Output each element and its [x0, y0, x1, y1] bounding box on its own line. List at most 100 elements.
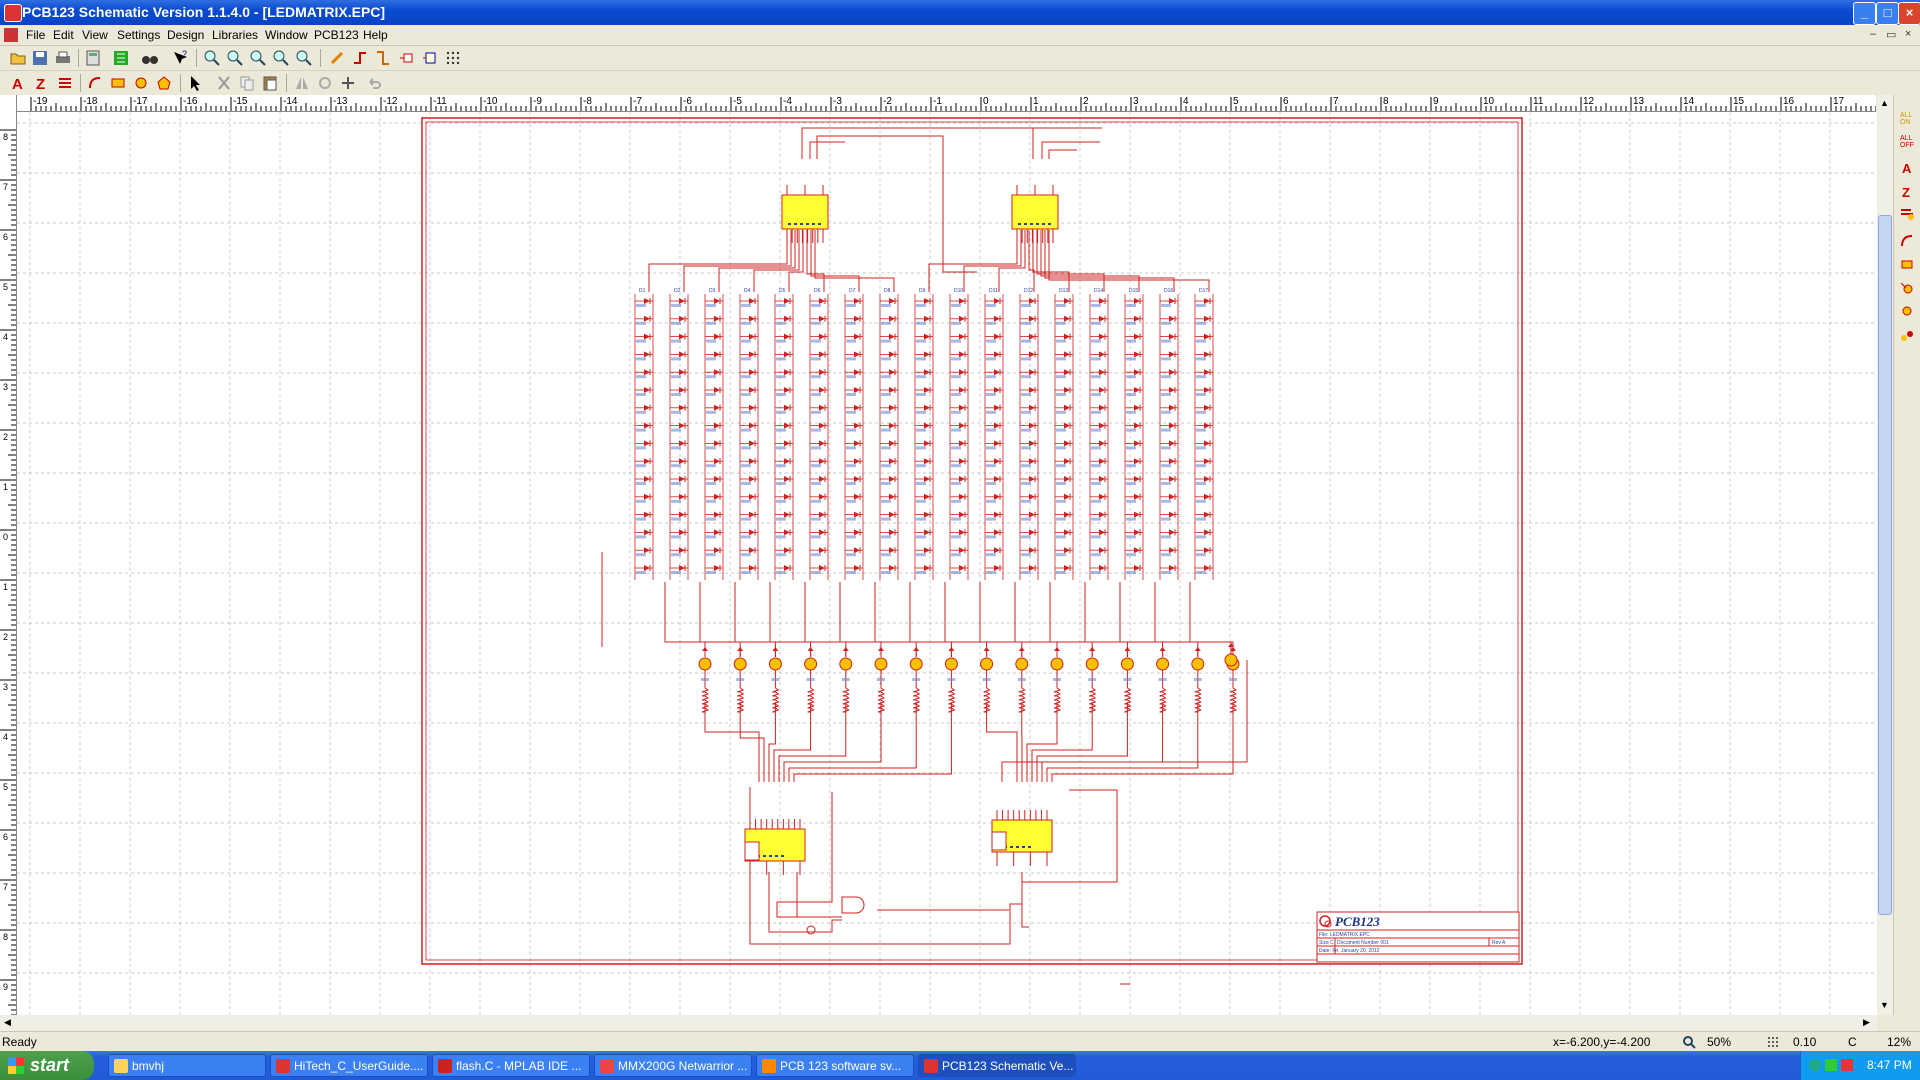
- led-label: [1021, 499, 1031, 503]
- transistor-label: [1053, 678, 1061, 681]
- tray-arrow-icon[interactable]: [1809, 1059, 1821, 1071]
- menu-settings[interactable]: Settings: [117, 28, 160, 42]
- menu-view[interactable]: View: [82, 28, 108, 42]
- help-arrow-icon[interactable]: ?: [171, 49, 189, 67]
- taskbar-item[interactable]: MMX200G Netwarrior ...: [594, 1054, 752, 1077]
- led-label: [1161, 446, 1171, 450]
- schematic-drawing[interactable]: D1 D2 D3 D4 D5 D6 D7 D8 D9 D10 D11 D12 D13 D14 D15 D16 D…: [17, 112, 1877, 1015]
- place-wire-icon[interactable]: [351, 49, 369, 67]
- supply-arrow: [702, 647, 708, 651]
- text-tool-icon[interactable]: A: [9, 74, 27, 92]
- schematic-canvas[interactable]: D1 D2 D3 D4 D5 D6 D7 D8 D9 D10 D11 D12 D13 D14 D15 D16 D…: [17, 112, 1877, 1015]
- zoom-previous-icon[interactable]: [295, 49, 313, 67]
- minimize-button[interactable]: _: [1853, 2, 1876, 25]
- place-part-icon[interactable]: [328, 49, 346, 67]
- reference-tool-icon[interactable]: Z: [33, 74, 51, 92]
- arc-layer-icon[interactable]: [1899, 233, 1915, 249]
- align-icon[interactable]: [339, 74, 357, 92]
- circle-tool-icon[interactable]: [132, 74, 150, 92]
- menu-edit[interactable]: Edit: [53, 28, 74, 42]
- maximize-button[interactable]: □: [1876, 2, 1899, 25]
- ruler-label: 9: [3, 982, 8, 992]
- zoom-in-icon[interactable]: [203, 49, 221, 67]
- menu-file[interactable]: File: [26, 28, 45, 42]
- vertical-scrollbar[interactable]: ▲ ▼: [1877, 95, 1893, 1015]
- grid-toggle-icon[interactable]: [444, 49, 462, 67]
- open-folder-icon[interactable]: [9, 49, 27, 67]
- mdi-minimize-button[interactable]: –: [1870, 28, 1876, 40]
- led-label: [671, 499, 681, 503]
- place-port-icon[interactable]: [398, 49, 416, 67]
- start-button[interactable]: start: [0, 1051, 94, 1080]
- rectangle-tool-icon[interactable]: [109, 74, 127, 92]
- menu-pcb123[interactable]: PCB123: [314, 28, 359, 42]
- netlist-icon[interactable]: [112, 49, 130, 67]
- led-diode: [714, 511, 720, 518]
- ruler-label: 2: [1083, 96, 1089, 107]
- led-label: [1021, 339, 1031, 343]
- calculator-icon[interactable]: [84, 49, 102, 67]
- junction-layer-icon[interactable]: [1899, 303, 1915, 319]
- zoom-fit-icon[interactable]: [272, 49, 290, 67]
- scroll-up-arrow[interactable]: ▲: [1880, 98, 1889, 108]
- taskbar-item-active[interactable]: PCB123 Schematic Ve...: [918, 1054, 1076, 1077]
- tray-security-icon[interactable]: [1841, 1059, 1853, 1071]
- led-matrix[interactable]: D1 D2 D3 D4 D5 D6 D7 D8 D9 D10 D11 D12 D13 D14 D15 D16 D…: [634, 288, 1214, 580]
- place-connector-icon[interactable]: [421, 49, 439, 67]
- pin-layer-icon[interactable]: [1899, 280, 1915, 296]
- undo-icon[interactable]: [365, 74, 383, 92]
- taskbar-item[interactable]: bmvhj: [108, 1054, 266, 1077]
- taskbar-item[interactable]: HiTech_C_UserGuide....: [270, 1054, 428, 1077]
- menu-window[interactable]: Window: [265, 28, 308, 42]
- led-label: [776, 428, 786, 432]
- rotate-icon[interactable]: [316, 74, 334, 92]
- select-arrow-icon[interactable]: [187, 74, 205, 92]
- mdi-close-button[interactable]: ×: [1905, 28, 1911, 40]
- scroll-left-arrow[interactable]: ◀: [4, 1017, 11, 1028]
- place-bus-icon[interactable]: [374, 49, 392, 67]
- cut-icon[interactable]: [215, 74, 233, 92]
- menu-libraries[interactable]: Libraries: [212, 28, 258, 42]
- led-diode: [644, 440, 650, 447]
- copy-icon[interactable]: [238, 74, 256, 92]
- taskbar-item[interactable]: flash.C - MPLAB IDE ...: [432, 1054, 590, 1077]
- wire-top-bus: [801, 127, 1034, 159]
- save-icon[interactable]: [31, 49, 49, 67]
- vertical-scroll-thumb[interactable]: [1878, 215, 1892, 915]
- net-layer-icon[interactable]: [1899, 328, 1915, 344]
- zoom-area-icon[interactable]: [249, 49, 267, 67]
- ic-chips[interactable]: [744, 185, 1059, 875]
- mdi-restore-button[interactable]: ▭: [1886, 28, 1896, 41]
- attribute-tool-icon[interactable]: [56, 74, 74, 92]
- main-toolbar: ?: [0, 46, 1920, 71]
- horizontal-ruler: -19 -18 -17 -16 -15 -14 -13 -12 -11 -10 -9 -8 -7 -6 -5…: [16, 95, 1876, 112]
- hide-all-icon[interactable]: ALLOFF: [1899, 133, 1915, 149]
- reference-layer-icon[interactable]: Z: [1899, 183, 1915, 199]
- text-layer-icon[interactable]: A: [1899, 159, 1915, 175]
- scroll-down-arrow[interactable]: ▼: [1880, 1000, 1889, 1010]
- tray-network-icon[interactable]: [1825, 1059, 1837, 1071]
- polygon-tool-icon[interactable]: [155, 74, 173, 92]
- mirror-icon[interactable]: [293, 74, 311, 92]
- horizontal-scrollbar[interactable]: ◀ ▶: [0, 1015, 1877, 1031]
- binoculars-icon[interactable]: [141, 49, 159, 67]
- led-diode: [994, 493, 1000, 500]
- zoom-out-icon[interactable]: [226, 49, 244, 67]
- paste-icon[interactable]: [261, 74, 279, 92]
- menu-design[interactable]: Design: [167, 28, 204, 42]
- document-icon[interactable]: [4, 28, 18, 42]
- app-icon[interactable]: [4, 4, 22, 22]
- arc-tool-icon[interactable]: [86, 74, 104, 92]
- sheet-border-inner: [425, 121, 1519, 961]
- title-block-docnum: Document Number 001: [1337, 940, 1389, 946]
- taskbar-item[interactable]: PCB 123 software sv...: [756, 1054, 914, 1077]
- show-all-icon[interactable]: ALLON: [1899, 110, 1915, 126]
- print-icon[interactable]: [54, 49, 72, 67]
- led-label: [986, 393, 996, 396]
- scroll-right-arrow[interactable]: ▶: [1863, 1017, 1870, 1028]
- led-diode: [1204, 351, 1210, 358]
- shape-layer-icon[interactable]: [1899, 256, 1915, 272]
- menu-help[interactable]: Help: [363, 28, 388, 42]
- close-button[interactable]: ×: [1898, 2, 1920, 25]
- attribute-layer-icon[interactable]: [1899, 205, 1915, 221]
